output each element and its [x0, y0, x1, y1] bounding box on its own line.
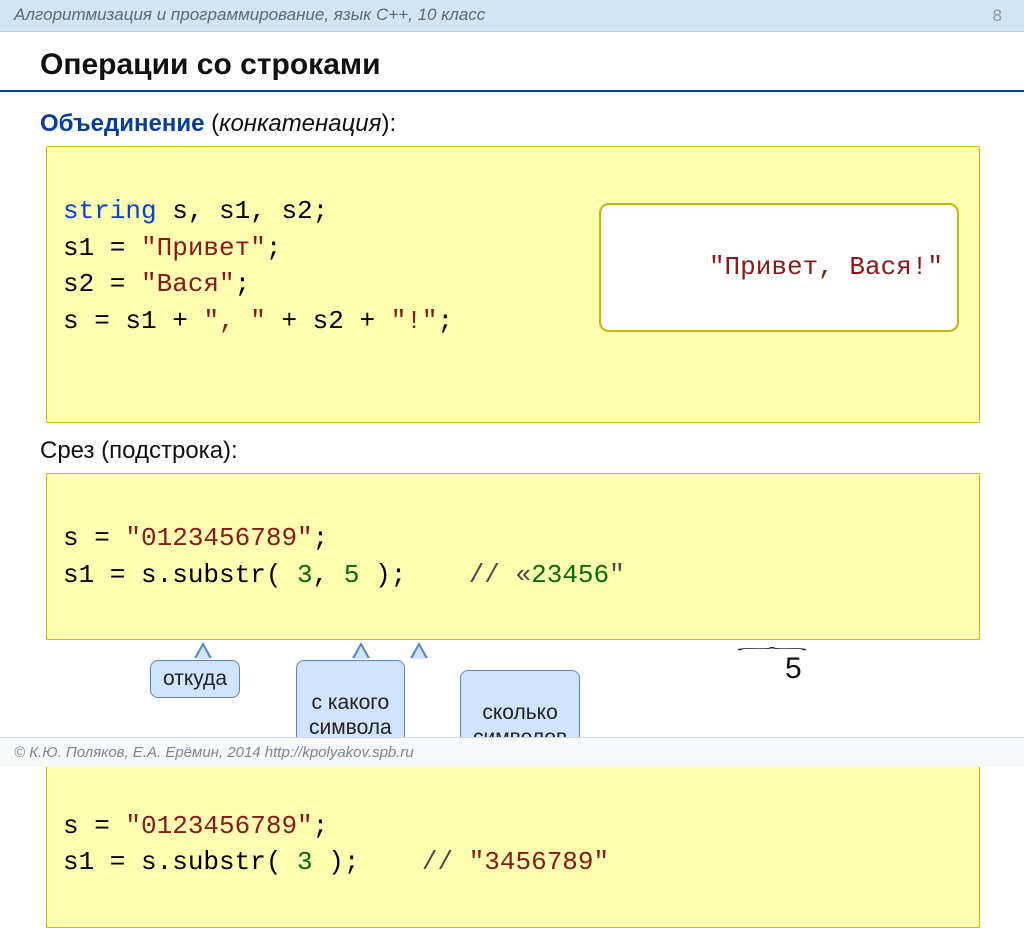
callout-start-char: с какого символа [296, 660, 405, 746]
code-slice-1: s = "0123456789"; s1 = s.substr( 3, 5 );… [46, 473, 980, 641]
page-title: Операции со строками [0, 32, 1024, 92]
section-slice-heading: Срез (подстрока): [40, 437, 984, 465]
content-area: Объединение (конкатенация): string s, s1… [0, 92, 1024, 928]
callout-from: откуда [150, 660, 240, 698]
result-callout: "Привет, Вася!" [599, 203, 959, 332]
length-label: 5 [785, 652, 802, 686]
code-slice-2: s = "0123456789"; s1 = s.substr( 3 ); //… [46, 760, 980, 928]
code-concat: string s, s1, s2; s1 = "Привет"; s2 = "В… [46, 146, 980, 423]
brace-icon: ︷ [736, 635, 808, 653]
footer: © К.Ю. Поляков, Е.А. Ерёмин, 2014 http:/… [0, 737, 1024, 767]
breadcrumb: Алгоритмизация и программирование, язык … [14, 5, 485, 24]
section-concat-heading: Объединение (конкатенация): [40, 110, 984, 138]
page-number: 8 [993, 6, 1002, 26]
header-bar: Алгоритмизация и программирование, язык … [0, 0, 1024, 32]
